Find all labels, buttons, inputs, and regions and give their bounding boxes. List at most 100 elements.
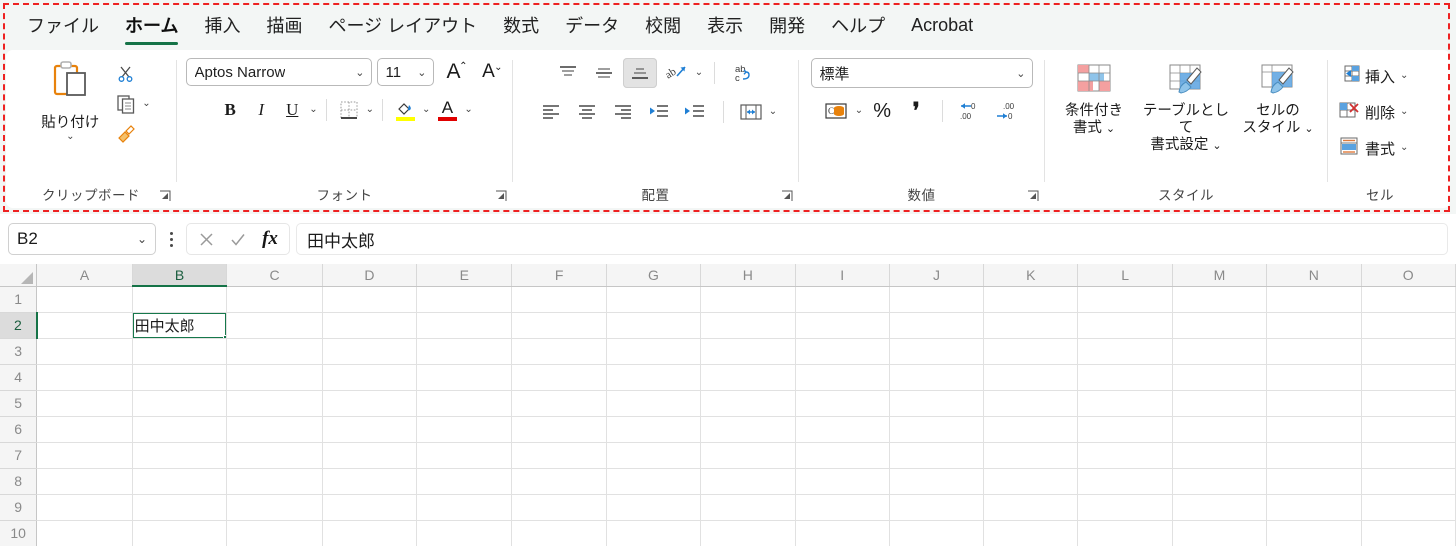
cell-D1[interactable] (322, 286, 418, 313)
cell-N4[interactable] (1266, 364, 1362, 391)
cell-E8[interactable] (416, 468, 513, 495)
tab-formulas[interactable]: 数式 (490, 8, 552, 42)
cell-A1[interactable] (36, 286, 133, 313)
cell-D7[interactable] (322, 442, 418, 469)
fill-color-chevron-down-icon[interactable]: ⌄ (422, 105, 430, 115)
cell-N10[interactable] (1266, 520, 1362, 546)
merge-chevron-down-icon[interactable]: ⌄ (769, 107, 777, 117)
tab-draw[interactable]: 描画 (253, 8, 315, 42)
cell-J7[interactable] (889, 442, 985, 469)
bottom-align-icon[interactable] (622, 58, 657, 88)
cell-E2[interactable] (416, 312, 513, 339)
format-cells-chevron-down-icon[interactable]: ⌄ (1400, 143, 1408, 153)
cell-G2[interactable] (606, 312, 702, 339)
cell-styles-button[interactable]: セルの スタイル ⌄ (1232, 60, 1324, 138)
cell-K1[interactable] (983, 286, 1079, 313)
cell-G1[interactable] (606, 286, 702, 313)
row-header-3[interactable]: 3 (0, 338, 38, 365)
cell-N1[interactable] (1266, 286, 1362, 313)
cell-C6[interactable] (226, 416, 323, 443)
number-dialog-launcher[interactable] (1027, 190, 1040, 203)
cell-M5[interactable] (1172, 390, 1268, 417)
accounting-chevron-down-icon[interactable]: ⌄ (855, 106, 863, 116)
cell-L4[interactable] (1077, 364, 1173, 391)
column-header-L[interactable]: L (1077, 264, 1173, 287)
cell-K7[interactable] (983, 442, 1079, 469)
cell-E9[interactable] (416, 494, 513, 521)
tab-acrobat[interactable]: Acrobat (898, 11, 986, 40)
insert-cells-chevron-down-icon[interactable]: ⌄ (1400, 71, 1408, 81)
cell-K9[interactable] (983, 494, 1079, 521)
paste-button[interactable]: 貼り付け ⌄ (31, 58, 109, 142)
cell-H10[interactable] (700, 520, 796, 546)
tab-help[interactable]: ヘルプ (818, 8, 898, 42)
font-color-chevron-down-icon[interactable]: ⌄ (464, 105, 472, 115)
cell-I10[interactable] (795, 520, 890, 546)
cell-H5[interactable] (700, 390, 796, 417)
cell-J8[interactable] (889, 468, 985, 495)
cell-H9[interactable] (700, 494, 796, 521)
format-painter-icon[interactable] (113, 122, 139, 146)
cell-K2[interactable] (983, 312, 1079, 339)
column-header-N[interactable]: N (1266, 264, 1362, 287)
cell-J9[interactable] (889, 494, 985, 521)
cell-H3[interactable] (700, 338, 796, 365)
cell-M4[interactable] (1172, 364, 1268, 391)
cell-H7[interactable] (700, 442, 796, 469)
cell-C4[interactable] (226, 364, 323, 391)
cell-L9[interactable] (1077, 494, 1173, 521)
copy-chevron-down-icon[interactable]: ⌄ (142, 99, 150, 109)
decrease-font-size-button[interactable]: A ⌄ (474, 58, 504, 86)
orientation-chevron-down-icon[interactable]: ⌄ (695, 68, 703, 78)
cell-E10[interactable] (416, 520, 513, 546)
cell-F7[interactable] (511, 442, 607, 469)
align-center-icon[interactable] (570, 97, 604, 127)
cell-G6[interactable] (606, 416, 702, 443)
column-header-J[interactable]: J (889, 264, 985, 287)
cell-H1[interactable] (700, 286, 796, 313)
cell-L5[interactable] (1077, 390, 1173, 417)
cell-O10[interactable] (1361, 520, 1456, 546)
cell-N6[interactable] (1266, 416, 1362, 443)
cell-F10[interactable] (511, 520, 607, 546)
row-header-10[interactable]: 10 (0, 520, 38, 546)
cell-B10[interactable] (132, 520, 228, 546)
tab-file[interactable]: ファイル (14, 8, 112, 42)
formula-bar-more-options-icon[interactable] (159, 224, 183, 254)
row-header-7[interactable]: 7 (0, 442, 38, 469)
cell-O7[interactable] (1361, 442, 1456, 469)
cancel-icon[interactable] (191, 225, 221, 253)
name-box[interactable]: B2 ⌄ (8, 223, 156, 255)
paste-chevron-down-icon[interactable]: ⌄ (66, 132, 74, 142)
cell-I9[interactable] (795, 494, 890, 521)
fill-handle[interactable] (223, 334, 226, 337)
clipboard-dialog-launcher[interactable] (159, 190, 172, 203)
cell-D8[interactable] (322, 468, 418, 495)
conditional-formatting-chevron-down-icon[interactable]: ⌄ (1106, 123, 1115, 135)
cell-C10[interactable] (226, 520, 323, 546)
cell-I8[interactable] (795, 468, 890, 495)
delete-cells-chevron-down-icon[interactable]: ⌄ (1400, 107, 1408, 117)
format-as-table-button[interactable]: テーブルとして 書式設定 ⌄ (1140, 60, 1232, 155)
tab-view[interactable]: 表示 (694, 8, 756, 42)
cell-B4[interactable] (132, 364, 228, 391)
cell-C3[interactable] (226, 338, 323, 365)
column-header-D[interactable]: D (322, 264, 418, 287)
cell-B9[interactable] (132, 494, 228, 521)
format-as-table-chevron-down-icon[interactable]: ⌄ (1212, 140, 1221, 152)
cell-G3[interactable] (606, 338, 702, 365)
copy-icon[interactable] (113, 92, 139, 116)
bold-button[interactable]: B (216, 96, 244, 124)
increase-font-size-button[interactable]: A ⌃ (439, 58, 469, 86)
cell-I5[interactable] (795, 390, 890, 417)
column-header-A[interactable]: A (36, 264, 133, 287)
conditional-formatting-button[interactable]: 条件付き 書式 ⌄ (1048, 60, 1140, 138)
cell-K10[interactable] (983, 520, 1079, 546)
font-color-icon[interactable]: A (433, 95, 461, 125)
cell-L8[interactable] (1077, 468, 1173, 495)
cell-N8[interactable] (1266, 468, 1362, 495)
column-header-M[interactable]: M (1172, 264, 1268, 287)
top-align-icon[interactable] (551, 58, 585, 88)
cell-K6[interactable] (983, 416, 1079, 443)
cell-B3[interactable] (132, 338, 228, 365)
